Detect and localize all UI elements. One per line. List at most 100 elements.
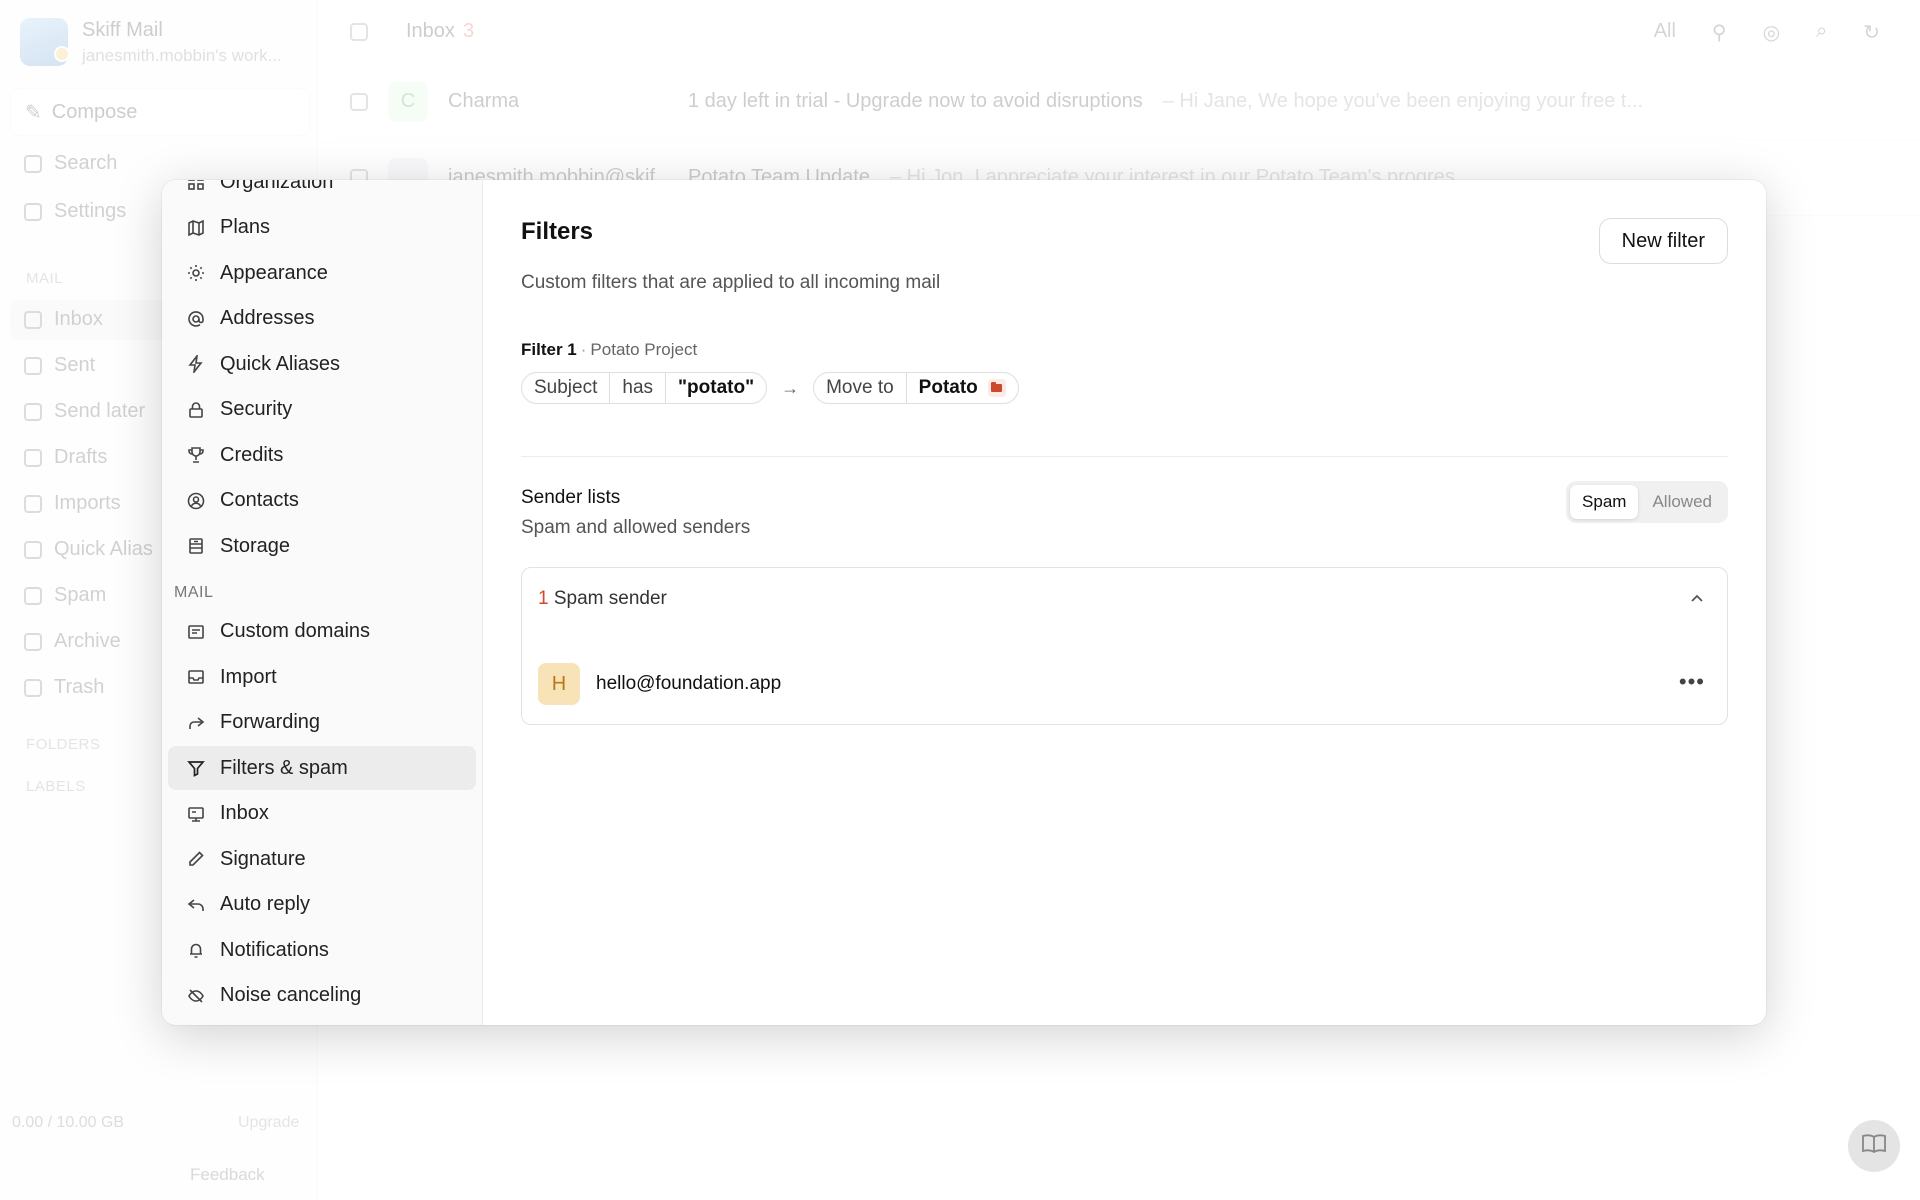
book-icon (1861, 1133, 1887, 1160)
select-all-checkbox[interactable] (350, 22, 368, 41)
storage-usage: 0.00 / 10.00 GB (12, 1114, 125, 1131)
folder-archive[interactable]: Archive (24, 630, 121, 653)
list-item[interactable]: H hello@foundation.app ••• (538, 663, 1711, 705)
nav-signature[interactable]: Signature (168, 837, 476, 881)
filter-action[interactable]: Move to Potato (813, 372, 1019, 404)
sender-list-toggle: Spam Allowed (1566, 481, 1728, 523)
nav-credits[interactable]: Credits (168, 433, 476, 477)
tab-allowed[interactable]: Allowed (1640, 485, 1724, 519)
nav-quick-aliases[interactable]: Quick Aliases (168, 342, 476, 386)
spam-icon (24, 586, 42, 605)
nav-forwarding[interactable]: Forwarding (168, 701, 476, 745)
filter-icon (186, 758, 206, 778)
account-name: janesmith.mobbin's work... (82, 45, 282, 65)
compose-button[interactable]: ✎ Compose (10, 88, 310, 136)
settings-label: Settings (54, 200, 127, 222)
arrow-right-icon: → (781, 377, 800, 398)
nav-inbox[interactable]: Inbox (168, 792, 476, 836)
settings-link[interactable]: Settings (24, 200, 126, 223)
folder-drafts[interactable]: Drafts (24, 446, 107, 469)
contact-icon (186, 491, 206, 511)
feedback-link[interactable]: Feedback (190, 1165, 265, 1185)
upgrade-link[interactable]: Upgrade (238, 1114, 299, 1132)
chevron-up-icon[interactable] (1689, 590, 1705, 606)
filter-icon[interactable]: ⚲ (1712, 20, 1727, 45)
pen-icon (186, 849, 206, 869)
mail-row[interactable]: C Charma 1 day left in trial - Upgrade n… (340, 64, 1920, 140)
nav-contacts[interactable]: Contacts (168, 479, 476, 523)
user-icon[interactable]: ◎ (1763, 20, 1780, 45)
condition-operator: has (610, 373, 667, 403)
filter-dropdown[interactable]: All (1654, 20, 1676, 45)
nav-label: Custom domains (220, 620, 371, 642)
nav-custom-domains[interactable]: Custom domains (168, 610, 476, 654)
separator-dot: · (580, 340, 587, 359)
nav-label: Inbox (220, 802, 269, 824)
nav-auto-reply[interactable]: Auto reply (168, 883, 476, 927)
nav-organization[interactable]: Organization (168, 180, 476, 204)
nav-label: Contacts (220, 489, 299, 511)
sender-lists-header: Sender lists Spam and allowed senders Sp… (521, 481, 1728, 539)
nav-label: Storage (220, 534, 291, 557)
search-link[interactable]: Search (24, 152, 117, 175)
tab-spam[interactable]: Spam (1570, 485, 1639, 519)
sender-email: hello@foundation.app (596, 673, 782, 694)
nav-label: Security (220, 398, 293, 420)
nav-filters-spam[interactable]: Filters & spam (168, 746, 476, 790)
nav-label: Credits (220, 443, 284, 466)
search-icon (24, 154, 42, 173)
nav-label: Organization (220, 180, 334, 193)
folder-label: Trash (54, 676, 105, 698)
nav-plans[interactable]: Plans (168, 206, 476, 250)
settings-sidebar: Organization Plans Appearance Addresses … (162, 180, 483, 1025)
more-options-icon[interactable]: ••• (1679, 671, 1705, 693)
calendar-icon (24, 402, 42, 421)
brand: Skiff Mail janesmith.mobbin's work... (20, 18, 282, 66)
nav-noise-canceling[interactable]: Noise canceling (168, 974, 476, 1018)
plans-icon (186, 218, 206, 238)
folder-spam[interactable]: Spam (24, 584, 106, 607)
row-checkbox[interactable] (350, 92, 368, 111)
nav-storage[interactable]: Storage (168, 524, 476, 568)
search-icon[interactable]: ⌕ (1816, 20, 1827, 45)
nav-label: Forwarding (220, 711, 321, 733)
filters-description: Custom filters that are applied to all i… (521, 272, 941, 293)
folder-send-later[interactable]: Send later (24, 400, 145, 423)
folder-imports[interactable]: Imports (24, 492, 121, 515)
new-filter-button[interactable]: New filter (1598, 218, 1728, 264)
condition-field: Subject (522, 373, 611, 403)
folder-inbox[interactable]: Inbox (24, 308, 103, 331)
refresh-icon[interactable]: ↻ (1863, 20, 1880, 45)
labels-section-header: LABELS (26, 778, 86, 795)
trophy-icon (186, 445, 206, 465)
folder-icon (987, 379, 1006, 397)
folder-quick-alias[interactable]: Quick Alias (24, 538, 153, 561)
nav-label: Import (220, 665, 277, 688)
nav-notifications[interactable]: Notifications (168, 928, 476, 972)
import-icon (186, 667, 206, 687)
domain-icon (186, 622, 206, 642)
filters-panel: Filters New filter Custom filters that a… (483, 180, 1766, 1025)
nav-import[interactable]: Import (168, 655, 476, 699)
spam-sender-count[interactable]: 1 Spam sender (538, 588, 667, 610)
section-divider (521, 456, 1728, 457)
count-label: Spam sender (553, 588, 667, 609)
nav-addresses[interactable]: Addresses (168, 297, 476, 341)
lightning-icon (186, 354, 206, 374)
folder-label: Quick Alias (54, 538, 153, 560)
filter-rule[interactable]: Subject has "potato" → Move to Potato (521, 372, 1728, 404)
nav-appearance[interactable]: Appearance (168, 251, 476, 295)
filter-condition[interactable]: Subject has "potato" (521, 372, 768, 404)
folder-trash[interactable]: Trash (24, 676, 104, 699)
condition-value: "potato" (678, 377, 755, 398)
row-subject: 1 day left in trial - Upgrade now to avo… (688, 90, 1143, 112)
avatar: H (538, 663, 580, 705)
nav-security[interactable]: Security (168, 388, 476, 432)
action-type: Move to (814, 373, 907, 403)
folder-label: Send later (54, 400, 146, 422)
inbox-icon (186, 804, 206, 824)
help-book-button[interactable] (1848, 1120, 1900, 1172)
storage-icon (186, 536, 206, 556)
folder-sent[interactable]: Sent (24, 354, 95, 377)
send-icon (24, 356, 42, 375)
